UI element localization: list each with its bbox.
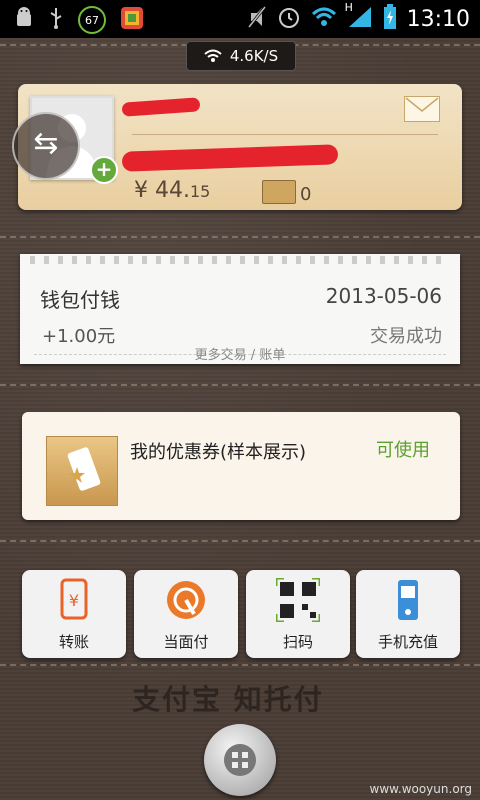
mute-icon xyxy=(247,5,267,33)
wifi-icon xyxy=(311,6,337,32)
watermark: www.wooyun.org xyxy=(369,782,472,796)
redacted-name xyxy=(121,97,201,117)
card-icon[interactable] xyxy=(262,180,296,204)
transfer-label: 转账 xyxy=(58,633,89,651)
menu-grid-icon[interactable] xyxy=(224,744,256,776)
svg-text:¥: ¥ xyxy=(69,591,79,610)
divider xyxy=(132,134,438,135)
phone-recharge-label: 手机充值 xyxy=(377,633,438,651)
stitch-line xyxy=(0,236,480,238)
transfer-icon: ¥ xyxy=(60,578,88,620)
network-type-label: H xyxy=(344,1,353,14)
battery-icon xyxy=(383,4,397,34)
battery-percent-badge: 67 xyxy=(78,6,106,34)
stitch-line xyxy=(0,664,480,666)
notepad-holes xyxy=(30,256,450,264)
alipay-logo: 支付宝 知托付 xyxy=(132,683,324,716)
usb-icon xyxy=(48,6,64,34)
qr-scan-icon xyxy=(276,578,320,622)
card-count: 0 xyxy=(300,184,312,205)
transaction-title: 钱包付钱 xyxy=(40,288,120,312)
stitch-line xyxy=(0,384,480,386)
add-avatar-icon[interactable]: + xyxy=(90,156,118,184)
more-transactions-link[interactable]: 更多交易 / 账单 xyxy=(20,344,460,363)
speed-value: 4.6K/S xyxy=(229,47,279,65)
coupon-icon xyxy=(46,436,118,506)
signal-icon: H xyxy=(345,1,373,33)
android-icon xyxy=(14,6,34,34)
coupon-title: 我的优惠券(样本展示) xyxy=(130,442,307,463)
transaction-card[interactable]: 钱包付钱 2013-05-06 +1.00元 交易成功 更多交易 / 账单 xyxy=(20,254,460,364)
balance: ¥ 44.15 xyxy=(134,178,210,203)
transfer-button[interactable]: ¥ 转账 xyxy=(22,570,126,658)
mail-icon[interactable] xyxy=(404,96,440,122)
face-pay-icon xyxy=(167,581,205,619)
scan-label: 扫码 xyxy=(282,633,313,651)
balance-cents: 15 xyxy=(190,182,211,201)
alarm-icon xyxy=(277,5,301,33)
status-bar: 67 H 13:10 xyxy=(0,0,480,38)
transaction-date: 2013-05-06 xyxy=(325,284,442,308)
balance-main: 44. xyxy=(155,178,190,203)
phone-recharge-button[interactable]: 手机充值 xyxy=(356,570,460,658)
stitch-line xyxy=(0,540,480,542)
clock: 13:10 xyxy=(406,6,470,32)
scan-button[interactable]: 扫码 xyxy=(246,570,350,658)
redacted-account xyxy=(121,144,339,172)
face-pay-button[interactable]: 当面付 xyxy=(134,570,238,658)
face-pay-label: 当面付 xyxy=(163,633,209,651)
gallery-icon xyxy=(120,6,144,34)
currency-symbol: ¥ xyxy=(134,178,148,203)
phone-recharge-icon xyxy=(398,580,418,620)
network-speed-indicator: 4.6K/S xyxy=(186,41,296,71)
account-card[interactable]: + ¥ 44.15 0 xyxy=(18,84,462,210)
coupon-card[interactable]: 我的优惠券(样本展示) 可使用 xyxy=(22,412,460,520)
coupon-status: 可使用 xyxy=(376,440,430,461)
wifi-speed-icon xyxy=(204,49,222,62)
swap-icon[interactable]: ⇆ xyxy=(12,112,80,180)
